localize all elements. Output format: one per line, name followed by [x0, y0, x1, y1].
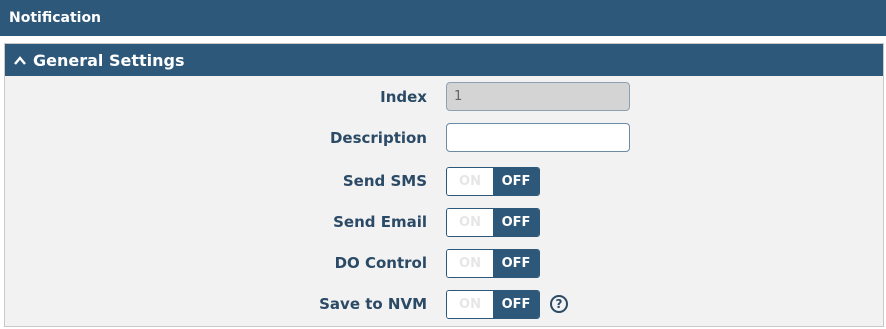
save-to-nvm-toggle[interactable]: ON OFF [446, 290, 540, 319]
send-sms-toggle[interactable]: ON OFF [446, 167, 540, 196]
send-email-toggle[interactable]: ON OFF [446, 208, 540, 237]
panel-title: General Settings [33, 50, 185, 70]
toggle-off-label: OFF [493, 168, 539, 195]
description-input[interactable] [446, 123, 630, 152]
toggle-off-label: OFF [493, 250, 539, 277]
toggle-off-label: OFF [493, 209, 539, 236]
description-row: Description [5, 123, 883, 153]
send-email-row: Send Email ON OFF [5, 207, 883, 237]
general-settings-header[interactable]: General Settings [5, 44, 883, 76]
send-sms-label: Send SMS [342, 172, 427, 190]
description-label: Description [329, 129, 427, 147]
help-icon[interactable]: ? [550, 295, 568, 313]
general-settings-panel: General Settings Index 1 Description Sen… [4, 43, 884, 327]
toggle-on-label: ON [447, 168, 493, 195]
chevron-up-icon[interactable] [13, 53, 27, 67]
toggle-on-label: ON [447, 250, 493, 277]
send-email-label: Send Email [333, 213, 427, 231]
save-to-nvm-row: Save to NVM ON OFF ? [5, 289, 883, 319]
toggle-off-label: OFF [493, 291, 539, 318]
send-sms-row: Send SMS ON OFF [5, 166, 883, 196]
page-title: Notification [9, 10, 102, 26]
index-input: 1 [446, 82, 630, 111]
do-control-toggle[interactable]: ON OFF [446, 249, 540, 278]
toggle-on-label: ON [447, 209, 493, 236]
do-control-row: DO Control ON OFF [5, 248, 883, 278]
toggle-on-label: ON [447, 291, 493, 318]
do-control-label: DO Control [334, 254, 427, 272]
page-title-bar: Notification [0, 0, 886, 36]
index-label: Index [380, 88, 427, 106]
save-to-nvm-label: Save to NVM [319, 295, 427, 313]
index-row: Index 1 [5, 82, 883, 112]
